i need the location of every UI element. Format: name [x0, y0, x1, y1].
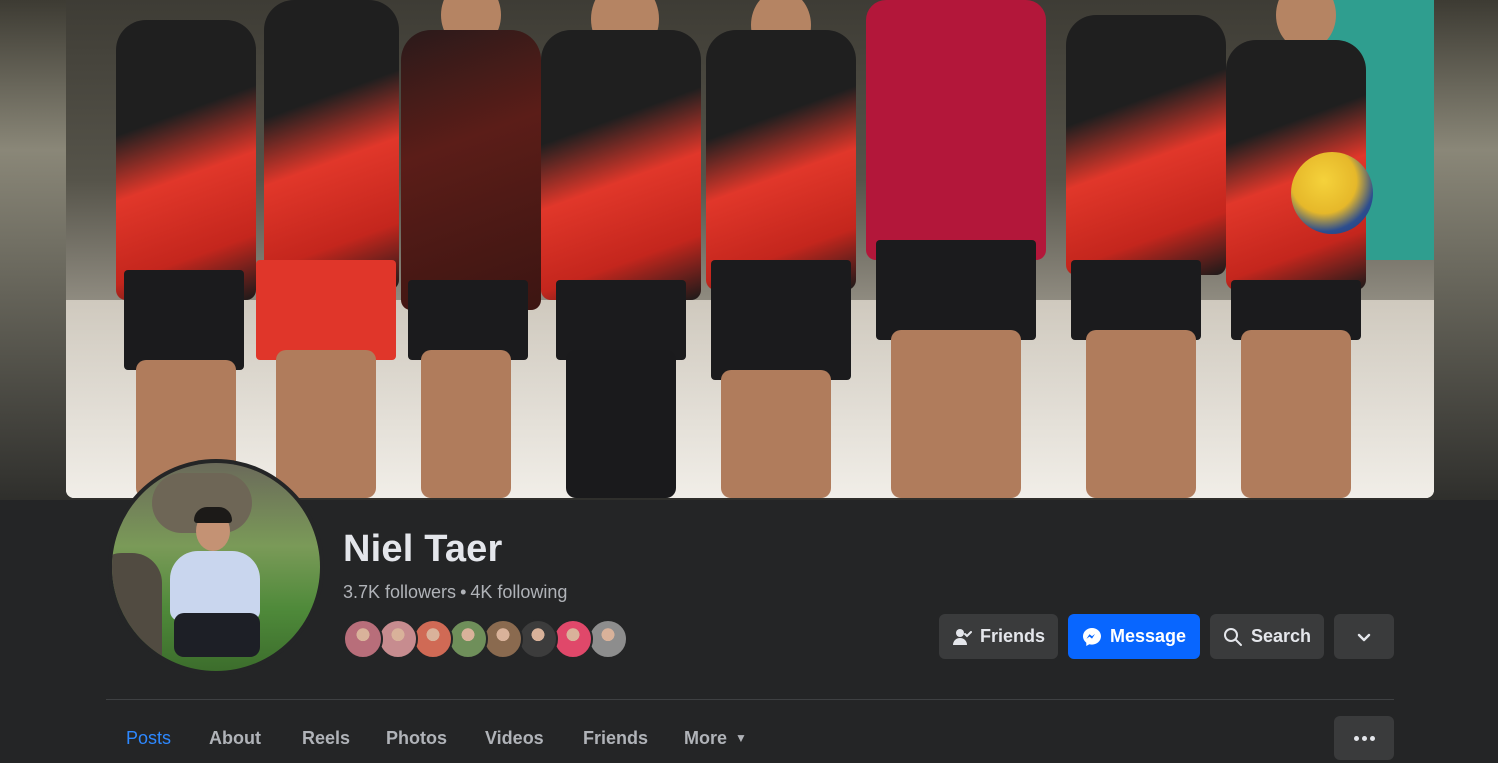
tab-friends[interactable]: Friends: [563, 716, 668, 763]
mutual-friend-avatar[interactable]: [448, 619, 488, 659]
followers-link[interactable]: 3.7K followers: [343, 582, 456, 602]
tab-more[interactable]: More ▼: [664, 716, 767, 763]
more-options-button[interactable]: [1334, 716, 1394, 760]
cover-person: [1066, 0, 1226, 498]
profile-options-dropdown[interactable]: [1334, 614, 1394, 659]
friend-check-icon: [952, 628, 972, 645]
cover-person: [536, 0, 706, 498]
caret-down-icon: ▼: [735, 731, 747, 745]
friends-button[interactable]: Friends: [939, 614, 1058, 659]
mutual-friend-avatar[interactable]: [553, 619, 593, 659]
profile-name: Niel Taer: [343, 528, 503, 570]
tab-photos[interactable]: Photos: [366, 716, 467, 763]
mutual-friend-avatar[interactable]: [413, 619, 453, 659]
profile-picture[interactable]: [108, 459, 324, 675]
tab-reels[interactable]: Reels: [282, 716, 370, 763]
cover-person: [706, 0, 856, 498]
ellipsis-icon: [1353, 735, 1359, 741]
mutual-friend-avatar[interactable]: [588, 619, 628, 659]
search-button[interactable]: Search: [1210, 614, 1324, 659]
following-link[interactable]: 4K following: [470, 582, 567, 602]
friends-button-label: Friends: [979, 626, 1045, 646]
tabs-divider: [106, 699, 1394, 700]
separator-dot: •: [460, 582, 467, 602]
cover-person: [1226, 0, 1376, 498]
mutual-friend-avatar[interactable]: [343, 619, 383, 659]
search-icon: [1223, 627, 1242, 646]
cover-person: [396, 0, 546, 498]
tab-videos[interactable]: Videos: [465, 716, 564, 763]
message-button[interactable]: Message: [1068, 614, 1200, 659]
follow-counts: 3.7K followers • 4K following: [343, 582, 567, 603]
tab-about[interactable]: About: [189, 716, 281, 763]
mutual-friend-avatar[interactable]: [518, 619, 558, 659]
mutual-friend-avatar[interactable]: [483, 619, 523, 659]
chevron-down-icon: [1357, 633, 1371, 641]
search-button-label: Search: [1250, 626, 1312, 646]
cover-person: [866, 0, 1046, 498]
volleyball: [1291, 152, 1373, 234]
cover-person: [106, 0, 266, 498]
cover-person: [256, 0, 406, 498]
mutual-friend-avatar[interactable]: [378, 619, 418, 659]
tab-posts[interactable]: Posts: [106, 716, 191, 763]
cover-photo[interactable]: [66, 0, 1434, 498]
messenger-icon: [1082, 627, 1101, 646]
message-button-label: Message: [1109, 626, 1187, 646]
